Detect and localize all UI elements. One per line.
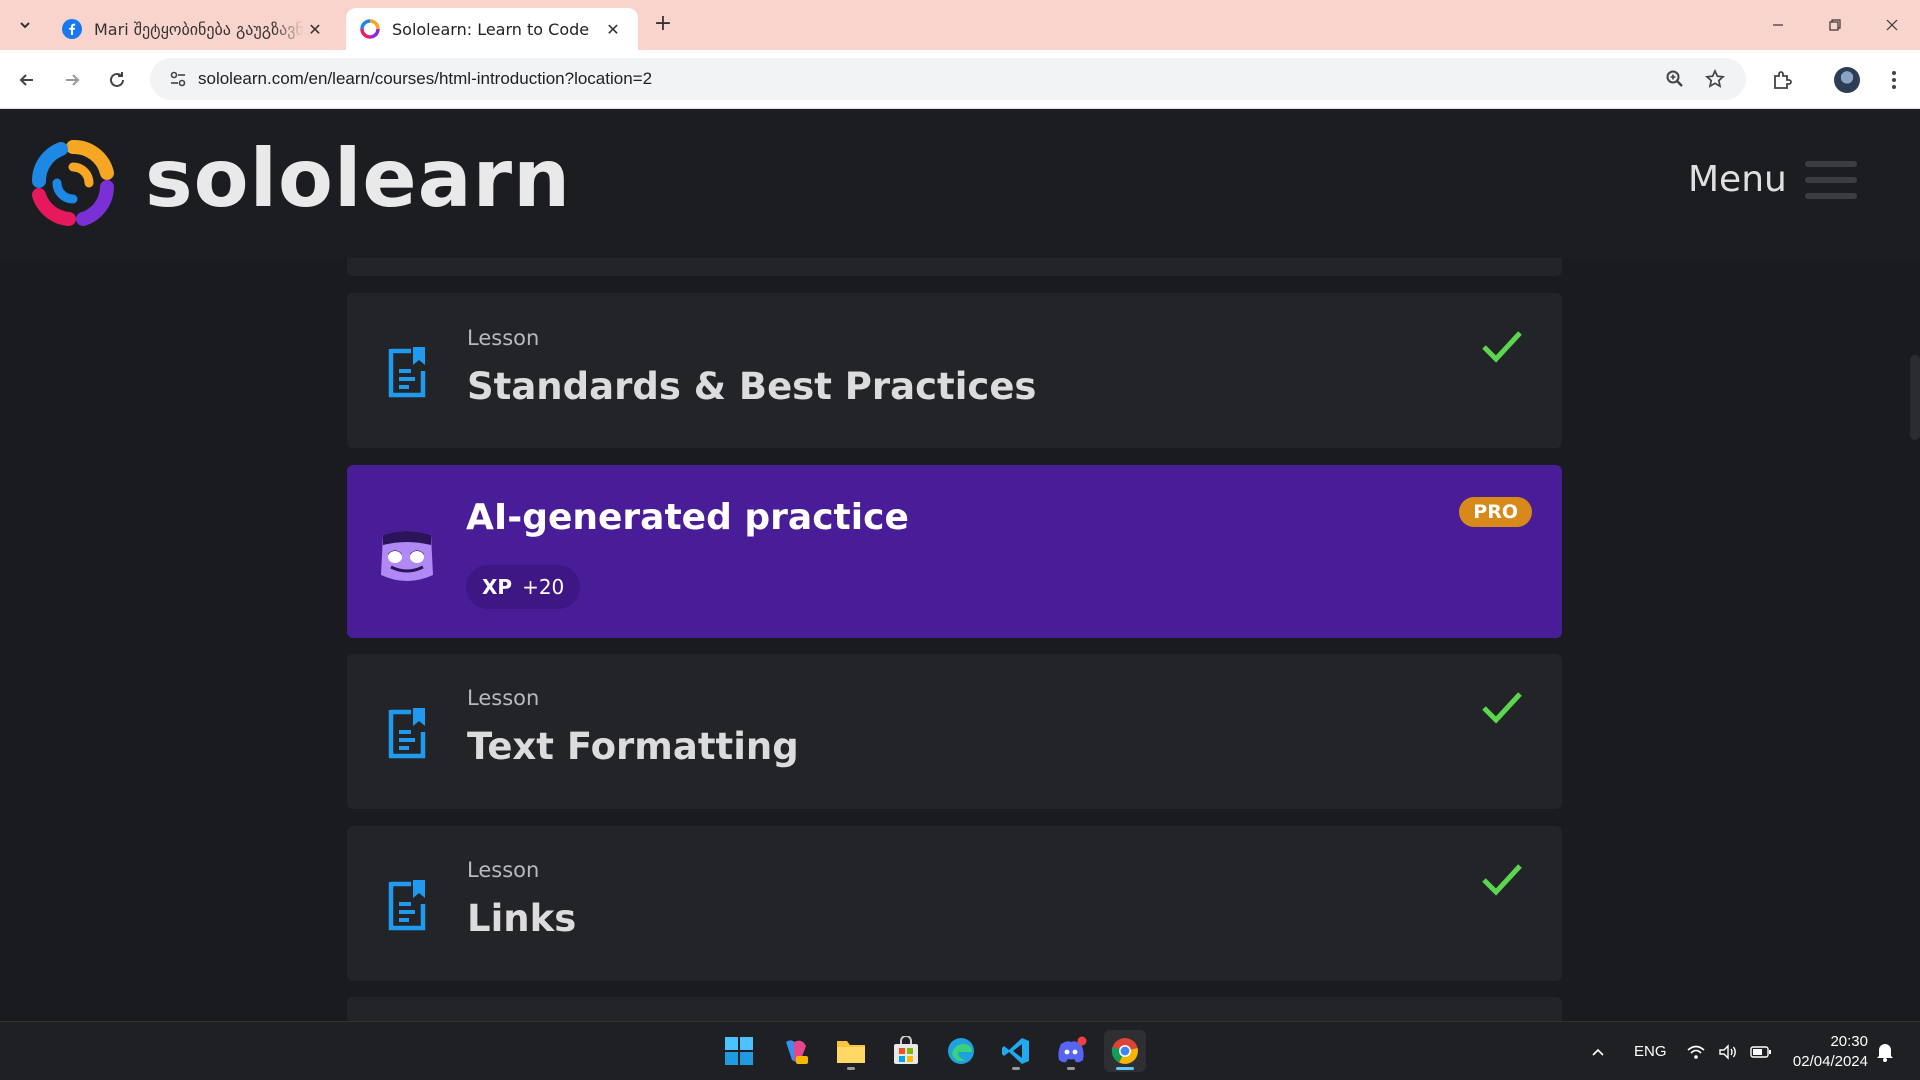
forward-button[interactable] [57, 65, 87, 95]
lesson-document-icon [388, 880, 426, 931]
restore-button[interactable] [1806, 0, 1863, 50]
puzzle-icon [1774, 71, 1792, 89]
volume-icon [1719, 1043, 1736, 1060]
tab-facebook[interactable]: Mari შეტყობინება გაუგზავნ ✕ [48, 8, 340, 50]
menu-button[interactable]: Menu [1688, 159, 1857, 200]
lesson-card-partial[interactable] [347, 258, 1562, 276]
lesson-card[interactable]: Lesson Links [347, 826, 1562, 981]
windows-icon [725, 1037, 753, 1065]
xp-value: +20 [522, 575, 565, 599]
browser-toolbar: sololearn.com/en/learn/courses/html-intr… [0, 50, 1920, 109]
menu-label: Menu [1688, 159, 1787, 200]
site-header: sololearn Menu [0, 109, 1920, 258]
chevron-down-icon [20, 22, 30, 29]
bell-icon [1877, 1043, 1893, 1062]
discord-icon [1058, 1036, 1087, 1063]
check-icon [1482, 864, 1522, 896]
reload-button[interactable] [102, 65, 132, 95]
sololearn-favicon-icon [360, 19, 380, 39]
ai-bot-icon [381, 531, 433, 581]
card-kind-label: Lesson [467, 326, 540, 350]
arrow-left-icon [19, 74, 33, 86]
xp-label: XP [482, 575, 513, 599]
url-text: sololearn.com/en/learn/courses/html-intr… [198, 69, 653, 88]
clock[interactable]: 20:30 02/04/2024 [1786, 1032, 1868, 1072]
store-icon [894, 1036, 918, 1064]
copilot-app[interactable] [774, 1030, 816, 1072]
extensions-button[interactable] [1766, 64, 1798, 96]
profile-button[interactable] [1831, 64, 1863, 96]
vscode-icon [1002, 1038, 1029, 1064]
discord-app[interactable] [1050, 1030, 1092, 1072]
browser-menu-button[interactable] [1878, 64, 1910, 96]
hamburger-icon [1804, 160, 1857, 199]
clock-time: 20:30 [1830, 1033, 1868, 1050]
show-hidden-icons-button[interactable] [1590, 1022, 1606, 1080]
lesson-document-icon [388, 708, 426, 759]
chrome-app[interactable] [1104, 1030, 1146, 1072]
notifications-button[interactable] [1876, 1022, 1894, 1080]
card-title: Links [467, 897, 577, 940]
check-icon [1482, 331, 1522, 363]
card-kind-label: Lesson [467, 858, 540, 882]
zoom-icon[interactable] [1662, 66, 1688, 92]
browser-tab-bar: Mari შეტყობინება გაუგზავნ ✕ Sololearn: L… [0, 0, 1920, 50]
minimize-button[interactable] [1749, 0, 1806, 50]
facebook-icon [62, 19, 82, 39]
chevron-up-icon [1592, 1048, 1604, 1056]
lesson-document-icon [388, 347, 426, 398]
tab-title: Sololearn: Learn to Code [392, 19, 590, 39]
sololearn-logo-icon[interactable] [27, 137, 119, 229]
copilot-icon [786, 1040, 808, 1064]
window-controls [1749, 0, 1920, 50]
ai-practice-card[interactable]: AI-generated practice XP +20 PRO [347, 465, 1562, 638]
edge-app[interactable] [940, 1030, 982, 1072]
back-button[interactable] [12, 65, 42, 95]
system-tray[interactable] [1686, 1022, 1772, 1080]
pro-badge: PRO [1459, 497, 1532, 527]
card-title: AI-generated practice [466, 497, 909, 538]
restore-icon [1828, 19, 1841, 31]
lesson-card-partial[interactable] [347, 997, 1562, 1022]
close-window-button[interactable] [1863, 0, 1920, 50]
start-button[interactable] [718, 1030, 760, 1072]
vscode-app[interactable] [995, 1030, 1037, 1072]
battery-icon [1750, 1045, 1771, 1058]
minimize-icon [1772, 24, 1783, 26]
folder-icon [837, 1041, 865, 1063]
xp-reward-badge: XP +20 [466, 565, 581, 609]
taskbar: ENG 20:30 02/04/2024 [0, 1021, 1920, 1080]
scrollbar[interactable] [1910, 355, 1920, 440]
chrome-icon [1111, 1038, 1138, 1064]
brand-name[interactable]: sololearn [145, 129, 571, 229]
check-icon [1482, 692, 1522, 724]
card-title: Standards & Best Practices [467, 365, 1037, 408]
card-title: Text Formatting [467, 725, 799, 768]
clock-date: 02/04/2024 [1792, 1053, 1868, 1070]
more-vertical-icon [1892, 71, 1896, 89]
tab-title: Mari შეტყობინება გაუგზავნ [94, 19, 304, 39]
close-icon[interactable]: ✕ [602, 20, 624, 39]
edge-icon [948, 1038, 974, 1064]
lesson-card[interactable]: Lesson Standards & Best Practices [347, 293, 1562, 448]
site-info-icon[interactable] [158, 69, 198, 89]
tab-search-button[interactable] [10, 12, 40, 38]
microsoft-store-app[interactable] [885, 1030, 927, 1072]
reload-icon [110, 72, 124, 87]
arrow-right-icon [66, 74, 80, 86]
bookmark-star-icon[interactable] [1702, 66, 1728, 92]
address-bar[interactable]: sololearn.com/en/learn/courses/html-intr… [150, 58, 1746, 100]
close-icon[interactable]: ✕ [304, 20, 326, 39]
lesson-card[interactable]: Lesson Text Formatting [347, 654, 1562, 809]
file-explorer-app[interactable] [830, 1030, 872, 1072]
card-kind-label: Lesson [467, 686, 540, 710]
new-tab-button[interactable]: + [650, 12, 676, 38]
close-icon [1886, 19, 1897, 31]
language-indicator[interactable]: ENG [1634, 1022, 1667, 1080]
avatar [1834, 67, 1860, 93]
wifi-icon [1687, 1045, 1705, 1059]
tab-sololearn[interactable]: Sololearn: Learn to Code ✕ [346, 8, 638, 50]
